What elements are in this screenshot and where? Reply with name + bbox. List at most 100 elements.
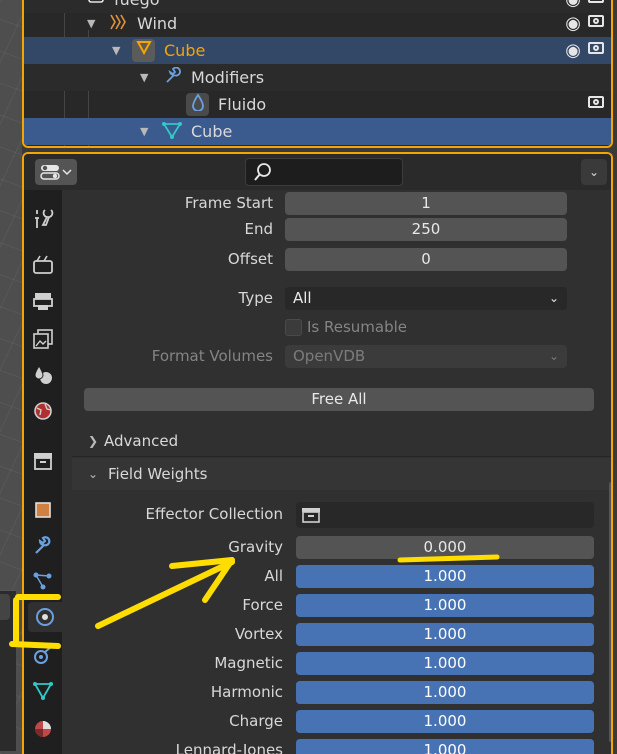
world-icon[interactable]	[28, 396, 58, 426]
camera-icon[interactable]	[588, 0, 604, 3]
weight-value: 1.000	[423, 596, 467, 614]
offset-field[interactable]: 0	[285, 248, 567, 271]
eye-icon[interactable]: ◉	[565, 10, 581, 37]
outliner-label: Fluido	[218, 95, 267, 114]
wrench-icon	[162, 66, 182, 87]
effector-collection-field[interactable]	[296, 502, 594, 528]
output-icon[interactable]	[28, 286, 58, 316]
weight-label: Lennard-Jones	[175, 741, 283, 754]
weight-label: Magnetic	[214, 654, 283, 672]
outliner-row-modifiers[interactable]: ▼ Modifiers	[24, 64, 611, 91]
collection-icon[interactable]	[28, 446, 58, 476]
search-input[interactable]	[245, 158, 403, 186]
chevron-down-icon: ⌄	[88, 467, 99, 481]
weight-value: 1.000	[423, 712, 467, 730]
weight-value: 1.000	[423, 625, 467, 643]
weight-label: All	[264, 567, 283, 585]
editor-type-menu[interactable]	[35, 159, 77, 185]
weight-slider[interactable]: 1.000	[296, 565, 594, 588]
is-resumable-checkbox[interactable]	[285, 319, 302, 336]
advanced-label: Advanced	[104, 432, 179, 450]
camera-icon[interactable]	[588, 15, 604, 27]
outliner-row-fluid-modifier[interactable]: Fluido	[24, 91, 611, 118]
outliner-row-cube-mesh[interactable]: ▼ Cube	[24, 118, 611, 145]
physics-icon[interactable]	[28, 602, 62, 632]
scene-icon[interactable]	[28, 360, 58, 390]
constraints-icon[interactable]	[28, 640, 58, 670]
material-icon[interactable]	[28, 714, 58, 744]
outliner-label: Cube	[164, 41, 206, 60]
fluid-icon	[186, 93, 209, 116]
advanced-panel-header[interactable]: ❯ Advanced	[62, 425, 611, 457]
weight-slider[interactable]: 1.000	[296, 623, 594, 646]
modifier-icon[interactable]	[28, 530, 58, 560]
viewport-toggle[interactable]	[0, 594, 10, 620]
weight-slider[interactable]: 1.000	[296, 710, 594, 733]
frame-start-field[interactable]: 1	[285, 192, 567, 215]
object-icon[interactable]	[28, 495, 58, 525]
expand-arrow-icon[interactable]: ▼	[112, 37, 120, 64]
properties-editor-icon	[40, 165, 72, 180]
tool-icon[interactable]	[28, 204, 58, 234]
chevron-down-icon: ⌄	[548, 349, 559, 363]
expand-arrow-icon[interactable]: ▼	[140, 118, 148, 145]
particles-icon[interactable]	[28, 566, 58, 596]
scrollbar[interactable]	[609, 482, 611, 742]
format-volumes-dropdown: OpenVDB ⌄	[285, 345, 567, 368]
outliner-label: Cube	[191, 122, 233, 141]
weight-slider[interactable]: 0.000	[296, 536, 594, 559]
field-weights-label: Field Weights	[108, 465, 208, 483]
weight-value: 1.000	[423, 567, 467, 585]
format-volumes-label: Format Volumes	[151, 347, 273, 365]
type-value: All	[293, 289, 312, 307]
weight-slider[interactable]: 1.000	[296, 739, 594, 754]
weight-value: 1.000	[423, 741, 467, 754]
offset-label: Offset	[227, 250, 273, 268]
outliner-row-wind[interactable]: ▼ Wind ◉	[24, 10, 611, 37]
outliner-row-cube-object[interactable]: ▼ Cube ◉	[24, 37, 611, 64]
expand-arrow-icon[interactable]: ▼	[87, 10, 95, 37]
outliner-label: Modifiers	[191, 68, 265, 87]
end-label: End	[244, 220, 273, 238]
end-field[interactable]: 250	[285, 218, 567, 241]
properties-tabs	[24, 190, 62, 754]
outliner-label: Wind	[137, 14, 178, 33]
camera-icon[interactable]	[588, 96, 604, 108]
weight-label: Charge	[229, 712, 283, 730]
weight-value: 1.000	[423, 654, 467, 672]
weight-value: 1.000	[423, 683, 467, 701]
camera-icon[interactable]	[588, 42, 604, 54]
expand-arrow-icon[interactable]: ▼	[140, 64, 148, 91]
search-icon	[254, 163, 271, 181]
weight-label: Harmonic	[210, 683, 283, 701]
data-icon[interactable]	[28, 676, 58, 706]
divider	[72, 456, 611, 457]
chevron-right-icon: ❯	[88, 434, 99, 448]
frame-start-label: Frame Start	[184, 194, 273, 212]
mesh-object-icon	[132, 39, 155, 62]
weight-slider[interactable]: 1.000	[296, 681, 594, 704]
is-resumable-label: Is Resumable	[307, 318, 408, 336]
free-all-button[interactable]: Free All	[84, 388, 594, 411]
chevron-down-icon: ⌄	[548, 291, 559, 305]
properties-content: Frame Start 1 End 250 Offset 0 Type All …	[62, 190, 611, 754]
collection-icon	[302, 508, 320, 523]
type-label: Type	[238, 289, 273, 307]
weight-label: Force	[242, 596, 283, 614]
weight-slider[interactable]: 1.000	[296, 652, 594, 675]
type-dropdown[interactable]: All ⌄	[285, 287, 567, 310]
render-icon[interactable]	[28, 250, 58, 280]
field-weights-panel-header[interactable]: ⌄ Field Weights	[72, 458, 611, 490]
chevron-down-icon[interactable]: ⌄	[581, 159, 607, 185]
properties-editor: ⌄ Frame Start 1 End 250 Offset 0 Type Al…	[22, 152, 613, 754]
weight-value: 0.000	[423, 538, 467, 556]
effector-collection-label: Effector Collection	[145, 505, 283, 523]
weight-label: Vortex	[234, 625, 283, 643]
properties-header: ⌄	[24, 154, 611, 190]
weight-slider[interactable]: 1.000	[296, 594, 594, 617]
collection-icon	[86, 0, 106, 9]
wind-icon	[108, 13, 128, 33]
eye-icon[interactable]: ◉	[565, 37, 581, 64]
view-layer-icon[interactable]	[28, 324, 58, 354]
mesh-data-icon	[162, 121, 182, 141]
